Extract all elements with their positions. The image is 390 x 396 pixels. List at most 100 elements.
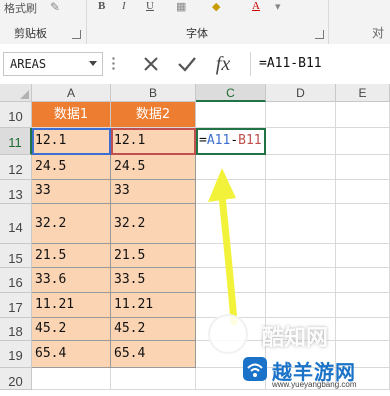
clipboard-dialog-launcher-icon[interactable] xyxy=(72,30,81,39)
fill-color-icon[interactable]: ◆ xyxy=(212,0,220,13)
formula-ref-b11: B11 xyxy=(238,133,262,148)
enter-button[interactable] xyxy=(172,52,202,76)
font-dialog-launcher-icon[interactable] xyxy=(315,30,324,39)
row-header-14[interactable]: 14 xyxy=(0,204,32,244)
insert-function-button[interactable]: fx xyxy=(208,52,238,76)
cell-d14[interactable] xyxy=(266,204,336,244)
cell-c12[interactable] xyxy=(196,155,266,180)
ribbon-divider xyxy=(328,0,329,44)
cell-e13[interactable] xyxy=(336,180,390,204)
close-icon xyxy=(144,57,158,71)
cell-a20[interactable] xyxy=(32,368,111,390)
header-cell-a10[interactable]: 数据1 xyxy=(32,102,111,128)
data-cell-a18[interactable]: 45.2 xyxy=(32,318,111,341)
format-painter-icon[interactable]: ✎ xyxy=(50,0,60,15)
cell-c13[interactable] xyxy=(196,180,266,204)
cell-c16[interactable] xyxy=(196,268,266,293)
cancel-button[interactable] xyxy=(136,52,166,76)
formula-operator: - xyxy=(230,133,239,148)
select-all-icon xyxy=(20,90,29,99)
header-cell-b10[interactable]: 数据2 xyxy=(111,102,196,128)
column-header-a[interactable]: A xyxy=(32,84,111,102)
cell-d16[interactable] xyxy=(266,268,336,293)
data-cell-a14[interactable]: 32.2 xyxy=(32,204,111,244)
cell-e11[interactable] xyxy=(336,128,390,155)
data-cell-a12[interactable]: 24.5 xyxy=(32,155,111,180)
formula-text: =A11-B11 xyxy=(259,56,322,71)
watermark: 酷知网 越羊游网 www.yueyangbang.com xyxy=(200,312,390,390)
cell-e16[interactable] xyxy=(336,268,390,293)
row-header-18[interactable]: 18 xyxy=(0,318,32,341)
column-header-e[interactable]: E xyxy=(336,84,390,102)
cell-b20[interactable] xyxy=(111,368,196,390)
cell-e15[interactable] xyxy=(336,244,390,268)
watermark-brand-1: 酷知网 xyxy=(262,326,329,351)
name-box-value: AREAS xyxy=(10,57,47,71)
format-painter-label[interactable]: 格式刷 xyxy=(4,0,37,16)
data-cell-b15[interactable]: 21.5 xyxy=(111,244,196,268)
cell-e14[interactable] xyxy=(336,204,390,244)
row-header-15[interactable]: 15 xyxy=(0,244,32,268)
cell-e12[interactable] xyxy=(336,155,390,180)
data-cell-a13[interactable]: 33 xyxy=(32,180,111,204)
cell-c10[interactable] xyxy=(196,102,266,128)
column-header-d[interactable]: D xyxy=(266,84,336,102)
check-icon xyxy=(178,57,196,72)
chevron-down-icon[interactable] xyxy=(89,61,97,66)
row-header-11[interactable]: 11 xyxy=(0,128,32,155)
data-cell-a11[interactable]: 12.1 xyxy=(32,128,111,155)
data-cell-b14[interactable]: 32.2 xyxy=(111,204,196,244)
data-cell-b13[interactable]: 33 xyxy=(111,180,196,204)
active-cell-c11[interactable]: =A11-B11 xyxy=(196,128,266,155)
row-header-19[interactable]: 19 xyxy=(0,341,32,368)
cell-c15[interactable] xyxy=(196,244,266,268)
row-header-16[interactable]: 16 xyxy=(0,268,32,293)
row-header-20[interactable]: 20 xyxy=(0,368,32,390)
row-header-13[interactable]: 13 xyxy=(0,180,32,204)
watermark-url: www.yueyangbang.com xyxy=(272,380,357,389)
data-cell-a15[interactable]: 21.5 xyxy=(32,244,111,268)
name-box[interactable]: AREAS xyxy=(3,52,103,76)
clipboard-group-label: 剪贴板 xyxy=(14,27,47,40)
borders-icon[interactable]: ▦ xyxy=(176,0,186,13)
alignment-group-fragment: 对 xyxy=(372,26,385,40)
data-cell-b12[interactable]: 24.5 xyxy=(111,155,196,180)
formula-input[interactable]: =A11-B11 xyxy=(250,52,390,76)
row-header-10[interactable]: 10 xyxy=(0,102,32,128)
data-cell-b17[interactable]: 11.21 xyxy=(111,293,196,318)
cell-d13[interactable] xyxy=(266,180,336,204)
wifi-logo-icon xyxy=(243,357,267,381)
cell-c14[interactable] xyxy=(196,204,266,244)
formula-equals: = xyxy=(199,133,207,148)
fx-icon: fx xyxy=(215,52,231,75)
cell-d12[interactable] xyxy=(266,155,336,180)
data-cell-a16[interactable]: 33.6 xyxy=(32,268,111,293)
bold-button[interactable]: B xyxy=(98,0,105,12)
ribbon: 格式刷 ✎ 剪贴板 B I U ▦ ◆ A ▾ 字体 对 xyxy=(0,0,390,45)
font-color-button[interactable]: A xyxy=(252,0,260,12)
data-cell-b16[interactable]: 33.5 xyxy=(111,268,196,293)
data-cell-a19[interactable]: 65.4 xyxy=(32,341,111,368)
data-cell-a17[interactable]: 11.21 xyxy=(32,293,111,318)
column-header-b[interactable]: B xyxy=(111,84,196,102)
cell-e10[interactable] xyxy=(336,102,390,128)
italic-button[interactable]: I xyxy=(122,0,126,12)
row-header-12[interactable]: 12 xyxy=(0,155,32,180)
row-header-17[interactable]: 17 xyxy=(0,293,32,318)
drag-handle-icon[interactable] xyxy=(112,56,115,72)
cell-d15[interactable] xyxy=(266,244,336,268)
underline-button[interactable]: U xyxy=(146,0,154,12)
font-group-label: 字体 xyxy=(186,27,208,40)
formula-ref-a11: A11 xyxy=(206,133,231,148)
data-cell-b11[interactable]: 12.1 xyxy=(111,128,196,155)
watermark-logo-icon xyxy=(208,314,248,354)
ribbon-divider xyxy=(86,0,87,44)
cell-d11[interactable] xyxy=(266,128,336,155)
data-cell-b18[interactable]: 45.2 xyxy=(111,318,196,341)
data-cell-b19[interactable]: 65.4 xyxy=(111,341,196,368)
font-color-dropdown-icon[interactable]: ▾ xyxy=(275,0,281,13)
formula-bar: AREAS fx =A11-B11 xyxy=(0,44,390,85)
cell-d10[interactable] xyxy=(266,102,336,128)
column-header-c[interactable]: C xyxy=(196,84,266,102)
select-all-button[interactable] xyxy=(0,84,32,102)
